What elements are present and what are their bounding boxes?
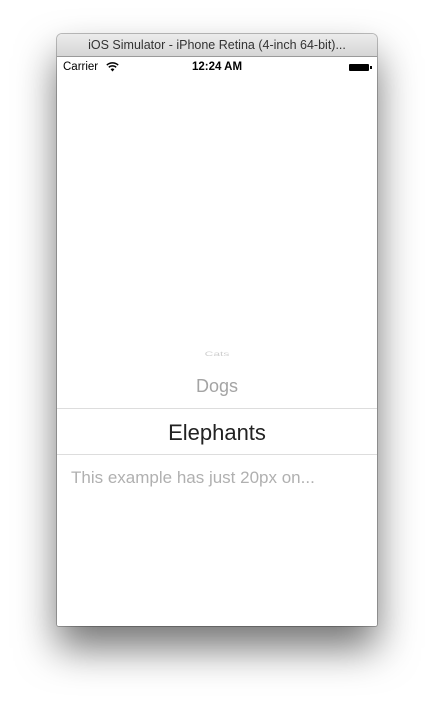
- status-time: 12:24 AM: [191, 61, 243, 73]
- picker-row-selected[interactable]: Elephants: [57, 420, 377, 446]
- status-bar: Carrier 12:24 AM: [57, 57, 377, 77]
- picker-selection-bottom-divider: [57, 454, 377, 455]
- battery-icon: [349, 64, 372, 71]
- simulator-window: iOS Simulator - iPhone Retina (4-inch 64…: [57, 34, 377, 626]
- device-screen: Carrier 12:24 AM Cats Dogs Elephants Thi…: [57, 57, 377, 626]
- picker-row-example[interactable]: This example has just 20px on...: [71, 468, 371, 488]
- picker-selection-top-divider: [57, 408, 377, 409]
- picker-row-cats[interactable]: Cats: [57, 350, 377, 358]
- picker-row-dogs[interactable]: Dogs: [57, 376, 377, 397]
- window-title[interactable]: iOS Simulator - iPhone Retina (4-inch 64…: [57, 34, 377, 57]
